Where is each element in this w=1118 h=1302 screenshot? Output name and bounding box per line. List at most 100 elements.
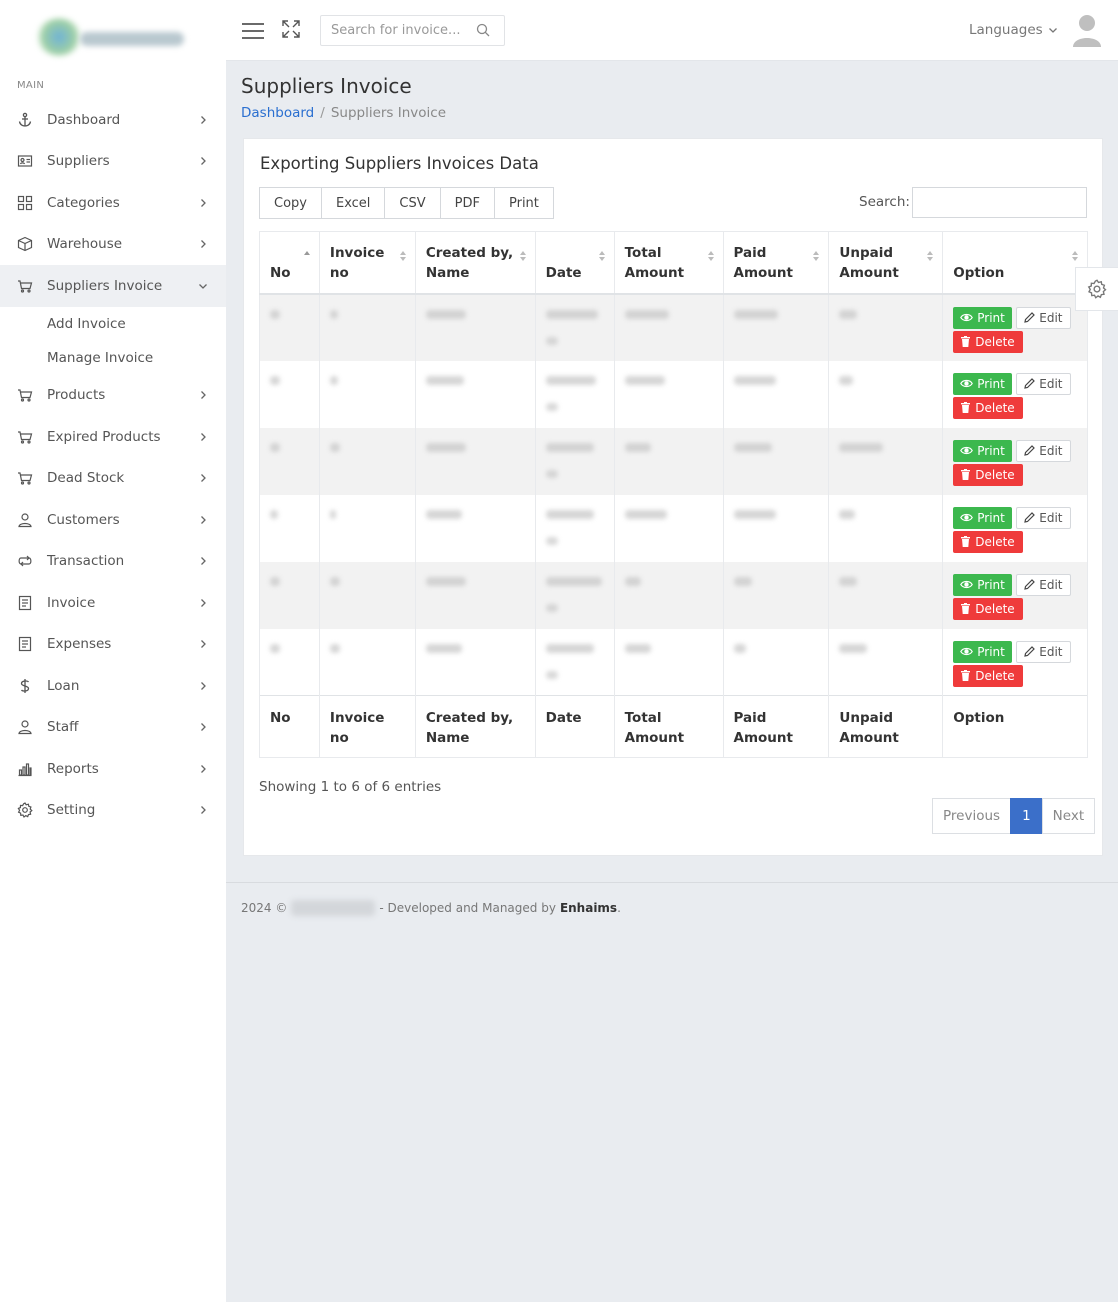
sidebar-item-products[interactable]: Products <box>0 375 226 417</box>
sidebar-item-suppliers[interactable]: Suppliers <box>0 141 226 183</box>
redacted-value <box>270 375 280 385</box>
print-button[interactable]: Print <box>493 187 554 219</box>
table-header-row: No Invoice no Created by, Name Date Tota… <box>259 231 1088 295</box>
footer-brand-link[interactable]: Enhaims <box>560 901 617 915</box>
row-delete-button[interactable]: Delete <box>953 396 1023 419</box>
settings-panel-toggle[interactable] <box>1075 267 1118 311</box>
row-print-button[interactable]: Print <box>953 573 1012 596</box>
page-1-button[interactable]: 1 <box>1010 798 1043 834</box>
submenu-manage-invoice[interactable]: Manage Invoice <box>0 341 226 375</box>
sidebar-item-staff[interactable]: Staff <box>0 707 226 749</box>
export-buttons: Copy Excel CSV PDF Print <box>259 187 554 219</box>
csv-button[interactable]: CSV <box>384 187 441 219</box>
redacted-value <box>329 643 340 653</box>
column-header-invoice-no[interactable]: Invoice no <box>319 231 416 295</box>
sort-asc-icon <box>303 251 310 255</box>
sidebar-item-categories[interactable]: Categories <box>0 182 226 224</box>
cell-created-by <box>415 360 536 428</box>
copy-button[interactable]: Copy <box>259 187 322 219</box>
cell-invoice-no <box>319 494 416 562</box>
cell-paid-amount <box>723 293 830 361</box>
avatar[interactable] <box>1072 13 1102 47</box>
row-edit-button[interactable]: Edit <box>1016 439 1071 462</box>
cell-created-by <box>415 427 536 495</box>
breadcrumb-dashboard-link[interactable]: Dashboard <box>241 105 314 121</box>
row-edit-button[interactable]: Edit <box>1016 640 1071 663</box>
row-delete-button[interactable]: Delete <box>953 463 1023 486</box>
pdf-button[interactable]: PDF <box>439 187 495 219</box>
row-edit-button[interactable]: Edit <box>1016 306 1071 329</box>
sidebar-item-dead-stock[interactable]: Dead Stock <box>0 458 226 500</box>
sidebar: MAIN Dashboard Suppliers Categories Ware… <box>0 0 226 1302</box>
sidebar-item-setting[interactable]: Setting <box>0 790 226 832</box>
cell-total-amount <box>614 561 724 629</box>
excel-button[interactable]: Excel <box>320 187 386 219</box>
languages-label: Languages <box>969 22 1043 38</box>
column-header-total-amount[interactable]: Total Amount <box>614 231 724 295</box>
row-edit-button[interactable]: Edit <box>1016 372 1071 395</box>
sidebar-item-loan[interactable]: Loan <box>0 665 226 707</box>
column-header-no[interactable]: No <box>259 231 320 295</box>
sidebar-item-expenses[interactable]: Expenses <box>0 624 226 666</box>
footer-year: 2024 © <box>241 901 288 915</box>
sort-icon <box>1072 251 1078 261</box>
cell-total-amount <box>614 427 724 495</box>
sidebar-item-customers[interactable]: Customers <box>0 499 226 541</box>
sidebar-item-dashboard[interactable]: Dashboard <box>0 99 226 141</box>
table-row: Print Edit Delete <box>259 427 1088 495</box>
next-page-button[interactable]: Next <box>1041 798 1096 834</box>
footer-col-invoice-no: Invoice no <box>319 695 416 758</box>
sidebar-item-expired-products[interactable]: Expired Products <box>0 416 226 458</box>
hamburger-menu-icon[interactable] <box>242 22 264 40</box>
row-delete-button[interactable]: Delete <box>953 330 1023 353</box>
sidebar-item-suppliers-invoice[interactable]: Suppliers Invoice <box>0 265 226 307</box>
table-row: Print Edit Delete <box>259 494 1088 562</box>
cell-invoice-no <box>319 628 416 696</box>
sidebar-item-reports[interactable]: Reports <box>0 748 226 790</box>
redacted-value <box>545 643 594 653</box>
sidebar-item-invoice[interactable]: Invoice <box>0 582 226 624</box>
column-header-created-by[interactable]: Created by, Name <box>415 231 536 295</box>
submenu-add-invoice[interactable]: Add Invoice <box>0 307 226 341</box>
row-actions: Print Edit Delete <box>953 640 1077 687</box>
redacted-value <box>545 309 598 319</box>
row-print-button[interactable]: Print <box>953 640 1012 663</box>
row-edit-button[interactable]: Edit <box>1016 506 1071 529</box>
row-delete-button[interactable]: Delete <box>953 664 1023 687</box>
column-header-option[interactable]: Option <box>942 231 1088 295</box>
table-search-label: Search: <box>859 194 910 210</box>
logo[interactable] <box>36 14 188 60</box>
cell-paid-amount <box>723 427 830 495</box>
search-icon[interactable] <box>476 23 490 37</box>
pencil-icon <box>1024 378 1036 389</box>
sidebar-item-warehouse[interactable]: Warehouse <box>0 224 226 266</box>
redacted-value <box>425 309 466 319</box>
column-header-date[interactable]: Date <box>535 231 615 295</box>
table-search-input[interactable] <box>912 187 1087 218</box>
row-print-button[interactable]: Print <box>953 306 1012 329</box>
redacted-value <box>425 576 466 586</box>
sort-icon <box>399 251 406 261</box>
row-delete-button[interactable]: Delete <box>953 530 1023 553</box>
redacted-value <box>329 576 340 586</box>
previous-page-button[interactable]: Previous <box>932 798 1012 834</box>
sidebar-item-transaction[interactable]: Transaction <box>0 541 226 583</box>
chevron-right-icon <box>201 115 206 124</box>
footer: 2024 © - Developed and Managed by Enhaim… <box>241 900 621 916</box>
chevron-down-icon <box>199 283 207 289</box>
redacted-value <box>425 643 462 653</box>
chevron-right-icon <box>201 806 206 815</box>
row-delete-button[interactable]: Delete <box>953 597 1023 620</box>
trash-icon <box>961 603 971 614</box>
redacted-value <box>624 309 669 319</box>
row-print-button[interactable]: Print <box>953 372 1012 395</box>
row-print-button[interactable]: Print <box>953 439 1012 462</box>
column-header-paid-amount[interactable]: Paid Amount <box>723 231 830 295</box>
fullscreen-icon[interactable] <box>282 20 300 38</box>
search-input[interactable] <box>321 16 471 45</box>
row-edit-button[interactable]: Edit <box>1016 573 1071 596</box>
row-print-button[interactable]: Print <box>953 506 1012 529</box>
column-header-unpaid-amount[interactable]: Unpaid Amount <box>828 231 944 295</box>
languages-dropdown[interactable]: Languages <box>969 22 1058 38</box>
footer-col-total-amount: Total Amount <box>614 695 724 758</box>
